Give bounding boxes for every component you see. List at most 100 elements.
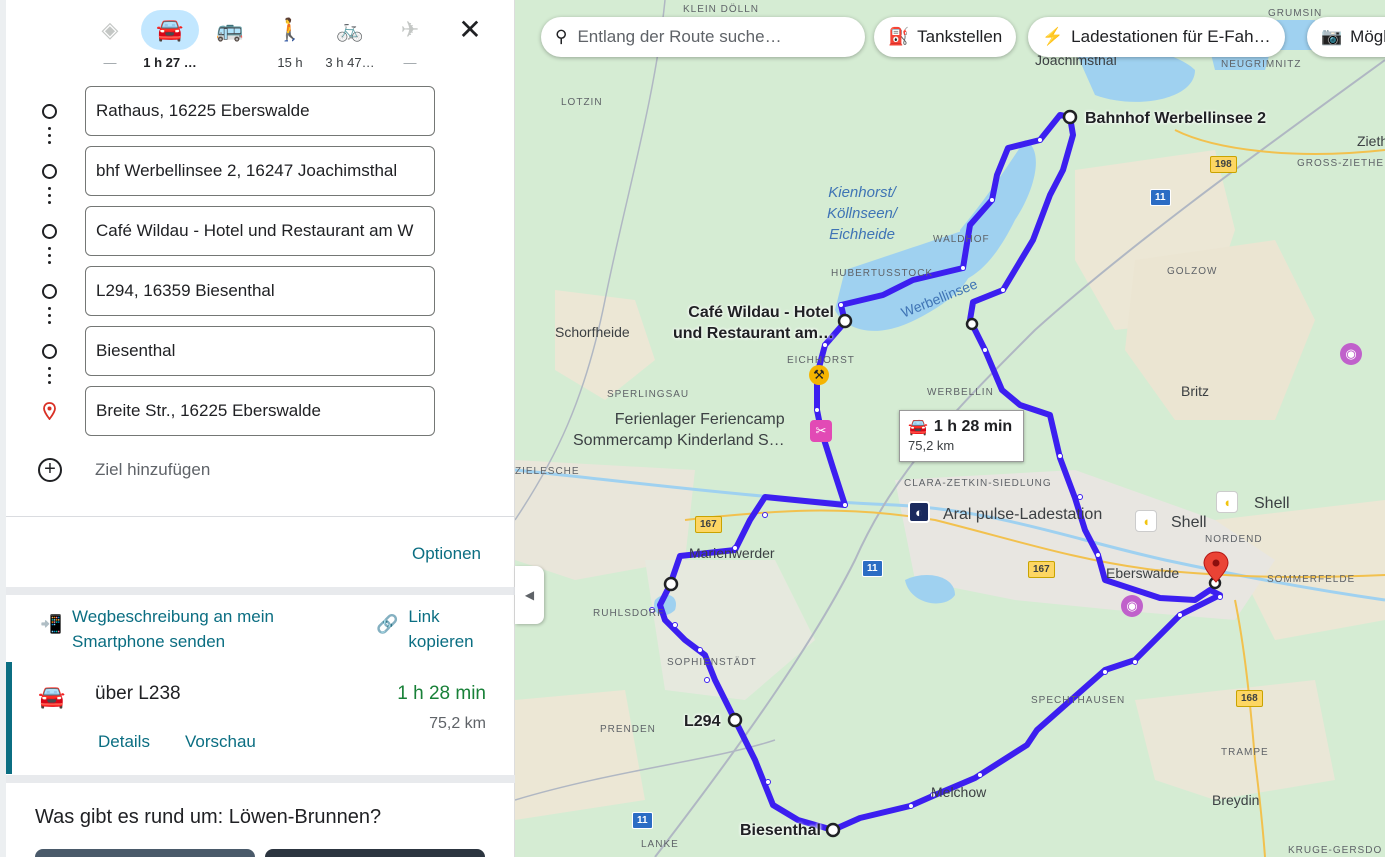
- map-label: Marienwerder: [689, 545, 775, 561]
- divider: [6, 587, 515, 595]
- map-label: GRUMSIN: [1268, 8, 1323, 19]
- map-label: WALDHOF: [933, 234, 990, 245]
- stop-input[interactable]: Breite Str., 16225 Eberswalde: [85, 386, 435, 436]
- map-label-stop[interactable]: L294: [684, 711, 720, 732]
- destination-pin-icon[interactable]: [1203, 551, 1229, 583]
- stop-row: bhf Werbellinsee 2, 16247 Joachimsthal: [0, 146, 515, 196]
- mode-time: —: [403, 55, 417, 70]
- stop-row: Café Wildau - Hotel und Restaurant am W: [0, 206, 515, 256]
- route-search-input[interactable]: ⚲ Entlang der Route suche…: [541, 17, 865, 57]
- chip-photo-spots[interactable]: 📷 Mögl: [1307, 17, 1385, 57]
- stop-input[interactable]: Biesenthal: [85, 326, 435, 376]
- add-circle-icon: +: [38, 458, 62, 482]
- directions-icon: ◈: [101, 17, 119, 42]
- road-shield: 198: [1210, 156, 1237, 173]
- photo-spot-icon[interactable]: ◉: [1340, 343, 1362, 365]
- nearby-thumbnail[interactable]: [35, 849, 255, 857]
- send-to-phone-button[interactable]: 📲 Wegbeschreibung an mein Smartphone sen…: [40, 604, 322, 654]
- stop-input[interactable]: Rathaus, 16225 Eberswalde: [85, 86, 435, 136]
- tooltip-distance: 75,2 km: [908, 438, 955, 453]
- map-label-stop[interactable]: Biesenthal: [740, 820, 821, 841]
- mode-transit[interactable]: 🚌: [200, 10, 260, 71]
- preview-button[interactable]: Vorschau: [185, 732, 256, 752]
- stop-input[interactable]: bhf Werbellinsee 2, 16247 Joachimsthal: [85, 146, 435, 196]
- nearby-thumbnail[interactable]: [265, 849, 485, 857]
- close-directions-button[interactable]: ✕: [453, 13, 487, 47]
- link-icon: 🔗: [376, 614, 399, 634]
- stop-input[interactable]: Café Wildau - Hotel und Restaurant am W: [85, 206, 435, 256]
- mode-time: —: [103, 55, 117, 70]
- road-shield: 11: [1150, 189, 1171, 206]
- map-label: GROSS-ZIETHE: [1297, 158, 1385, 169]
- map-label-stop[interactable]: Bahnhof Werbellinsee 2: [1085, 108, 1266, 129]
- charging-station-icon[interactable]: ◐: [908, 501, 930, 523]
- map-label: PRENDEN: [600, 724, 656, 735]
- bike-icon: 🚲: [336, 17, 364, 42]
- chevron-left-icon: ◀: [524, 588, 535, 602]
- map-label: KRUGE-GERSDO: [1288, 845, 1383, 856]
- ev-charging-icon: ⚡: [1042, 27, 1064, 46]
- map-label: Britz: [1181, 383, 1209, 399]
- map-label: Zieth: [1357, 133, 1385, 149]
- search-icon: ⚲: [555, 27, 568, 46]
- map-label: WERBELLIN: [927, 387, 994, 398]
- car-icon: 🚘: [141, 10, 199, 50]
- options-button[interactable]: Optionen: [412, 544, 481, 564]
- directions-panel: ◈ — 🚘 1 h 27 … 🚌 🚶 15 h 🚲 3 h 47… ✈ — ✕ …: [0, 0, 515, 857]
- map-label: Eberswalde: [1106, 565, 1180, 581]
- route-duration-tooltip[interactable]: 🚘 1 h 28 min 75,2 km: [899, 410, 1024, 462]
- mode-flight[interactable]: ✈ —: [380, 10, 440, 71]
- map-label: SOPHIENSTÄDT: [667, 657, 757, 668]
- stop-connector: [48, 124, 52, 148]
- copy-link-button[interactable]: 🔗 Link kopieren: [376, 604, 488, 654]
- map-label-poi[interactable]: Shell: [1254, 493, 1290, 514]
- chip-label: Ladestationen für E-Fah…: [1071, 27, 1271, 46]
- add-destination-label: Ziel hinzufügen: [95, 460, 211, 479]
- map-label: LOTZIN: [561, 97, 603, 108]
- divider: [6, 516, 515, 517]
- stop-row: Breite Str., 16225 Eberswalde: [0, 386, 515, 436]
- collapse-panel-button[interactable]: ◀: [515, 566, 544, 624]
- route-duration: 1 h 28 min: [397, 683, 486, 704]
- mode-time: [200, 55, 260, 71]
- gas-station-icon: ⛽: [888, 27, 910, 46]
- mode-time: 15 h: [277, 55, 303, 70]
- stop-connector: [48, 244, 52, 268]
- chip-ev-charging[interactable]: ⚡ Ladestationen für E-Fah…: [1028, 17, 1285, 57]
- map-label-poi[interactable]: Aral pulse-Ladestation: [943, 504, 1102, 525]
- map-label: ZIELESCHE: [515, 466, 580, 477]
- construction-icon[interactable]: ⚒: [809, 365, 829, 385]
- map-label-poi[interactable]: Shell: [1171, 512, 1207, 533]
- shell-station-icon[interactable]: ◖: [1216, 491, 1238, 513]
- map-label-stop[interactable]: Café Wildau - Hotel und Restaurant am…: [673, 302, 834, 344]
- waypoint-circle-icon: [42, 284, 57, 299]
- details-button[interactable]: Details: [98, 732, 150, 752]
- stop-connector: [48, 304, 52, 328]
- stop-connector: [48, 364, 52, 388]
- map-label-poi[interactable]: Ferienlager Feriencamp Sommercamp Kinder…: [573, 409, 785, 451]
- photo-spot-icon[interactable]: ◉: [1121, 595, 1143, 617]
- map-label: NORDEND: [1205, 534, 1263, 545]
- stop-row: L294, 16359 Biesenthal: [0, 266, 515, 316]
- map-label: KLEIN DÖLLN: [683, 4, 760, 15]
- mode-walk[interactable]: 🚶 15 h: [260, 10, 320, 71]
- stop-input[interactable]: L294, 16359 Biesenthal: [85, 266, 435, 316]
- route-search-placeholder: Entlang der Route suche…: [577, 27, 782, 46]
- mode-car[interactable]: 🚘 1 h 27 …: [140, 10, 200, 71]
- stop-row: Biesenthal: [0, 326, 515, 376]
- mode-bike[interactable]: 🚲 3 h 47…: [320, 10, 380, 71]
- mode-best[interactable]: ◈ —: [80, 10, 140, 71]
- add-destination-button[interactable]: + Ziel hinzufügen: [38, 458, 210, 482]
- shell-station-icon[interactable]: ◖: [1135, 510, 1157, 532]
- route-option-card[interactable]: 🚘 über L238 1 h 28 min 75,2 km Details V…: [6, 662, 515, 774]
- chip-gas-stations[interactable]: ⛽ Tankstellen: [874, 17, 1017, 57]
- waypoint-circle-icon: [42, 164, 57, 179]
- map-label: Schorfheide: [555, 324, 630, 340]
- map-canvas[interactable]: KLEIN DÖLLN GRUMSIN Joachimsthal NEUGRIM…: [515, 0, 1385, 857]
- camera-icon: 📷: [1321, 27, 1343, 46]
- map-label: SPERLINGSAU: [607, 389, 690, 400]
- road-shield: 11: [632, 812, 653, 829]
- car-icon: 🚘: [908, 419, 928, 436]
- camp-icon[interactable]: ✂: [810, 420, 832, 442]
- tooltip-duration: 1 h 28 min: [933, 418, 1013, 435]
